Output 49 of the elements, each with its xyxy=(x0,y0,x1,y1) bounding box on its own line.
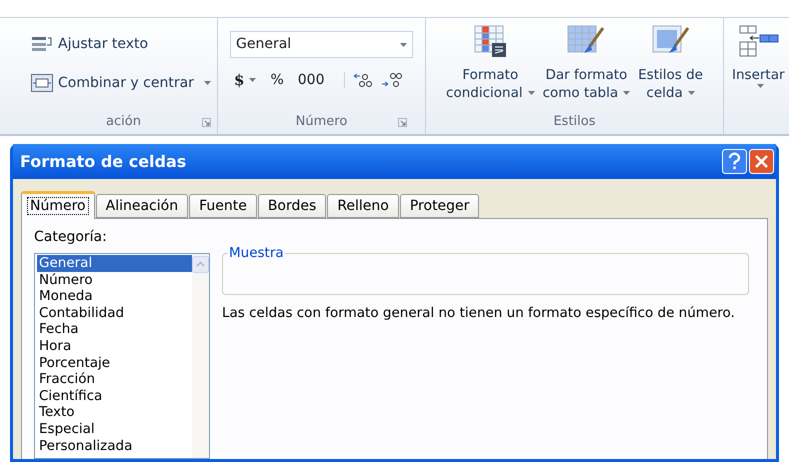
dialog-tab[interactable]: Proteger xyxy=(400,194,480,218)
category-item[interactable]: Contabilidad xyxy=(37,304,192,322)
caret-icon xyxy=(204,81,211,85)
decrease-decimal-icon[interactable] xyxy=(381,72,404,88)
category-item[interactable]: Fracción xyxy=(37,371,192,388)
number-format-button[interactable]: % xyxy=(270,70,284,91)
category-item[interactable]: Moneda xyxy=(37,288,192,305)
dialog-tab[interactable]: Relleno xyxy=(327,194,399,218)
insert-button[interactable]: Insertar xyxy=(732,24,785,88)
group-label: ación xyxy=(106,113,141,132)
dialog-launcher-icon[interactable] xyxy=(202,118,211,127)
category-item[interactable]: Especial xyxy=(37,420,192,438)
wrap-text-icon xyxy=(31,35,53,53)
caret-icon xyxy=(688,91,695,95)
category-item[interactable]: Fecha xyxy=(37,321,192,338)
ribbon-button[interactable]: Formato condicional xyxy=(446,24,535,110)
category-item[interactable]: Personalizada xyxy=(37,438,192,454)
category-item[interactable]: Número xyxy=(37,272,192,288)
ribbon-button[interactable]: Dar formato como tabla xyxy=(542,24,630,110)
caret-icon xyxy=(249,78,256,82)
group-label: Estilos xyxy=(553,113,596,132)
group-label: Número xyxy=(296,113,348,132)
caret-icon xyxy=(528,91,535,95)
caret-icon xyxy=(400,42,407,46)
category-item[interactable]: Científica xyxy=(37,388,192,404)
help-button[interactable] xyxy=(722,149,747,174)
dialog-title: Formato de celdas xyxy=(20,150,186,172)
dialog-tab[interactable]: Bordes xyxy=(258,194,326,218)
number-format-button[interactable]: $ xyxy=(234,69,256,92)
caret-icon xyxy=(757,84,764,88)
ribbon-button[interactable]: Combinar y centrar xyxy=(30,70,212,96)
merge-center-icon xyxy=(31,74,53,92)
number-format-button[interactable]: 000 xyxy=(298,70,324,91)
caret-icon xyxy=(623,91,630,95)
conditional-format-icon xyxy=(473,24,508,58)
category-label: Categoría: xyxy=(34,228,108,247)
ribbon-button[interactable]: Ajustar texto xyxy=(30,31,150,57)
category-item[interactable]: Texto xyxy=(37,404,192,421)
format-description: Las celdas con formato general no tienen un formato específico de número. xyxy=(222,304,736,323)
dialog-tab[interactable]: Fuente xyxy=(189,194,257,218)
ribbon-button[interactable]: Estilos de celda xyxy=(638,24,703,110)
category-item[interactable]: Hora xyxy=(37,338,192,355)
dialog-launcher-icon[interactable] xyxy=(398,118,407,127)
category-item[interactable]: General xyxy=(37,255,192,272)
category-item[interactable]: Porcentaje xyxy=(37,354,192,372)
close-button[interactable] xyxy=(749,149,774,174)
dialog-tab[interactable]: Número xyxy=(21,191,95,219)
number-format-dropdown[interactable]: General xyxy=(230,31,413,58)
dialog-tab[interactable]: Alineación xyxy=(96,194,188,218)
